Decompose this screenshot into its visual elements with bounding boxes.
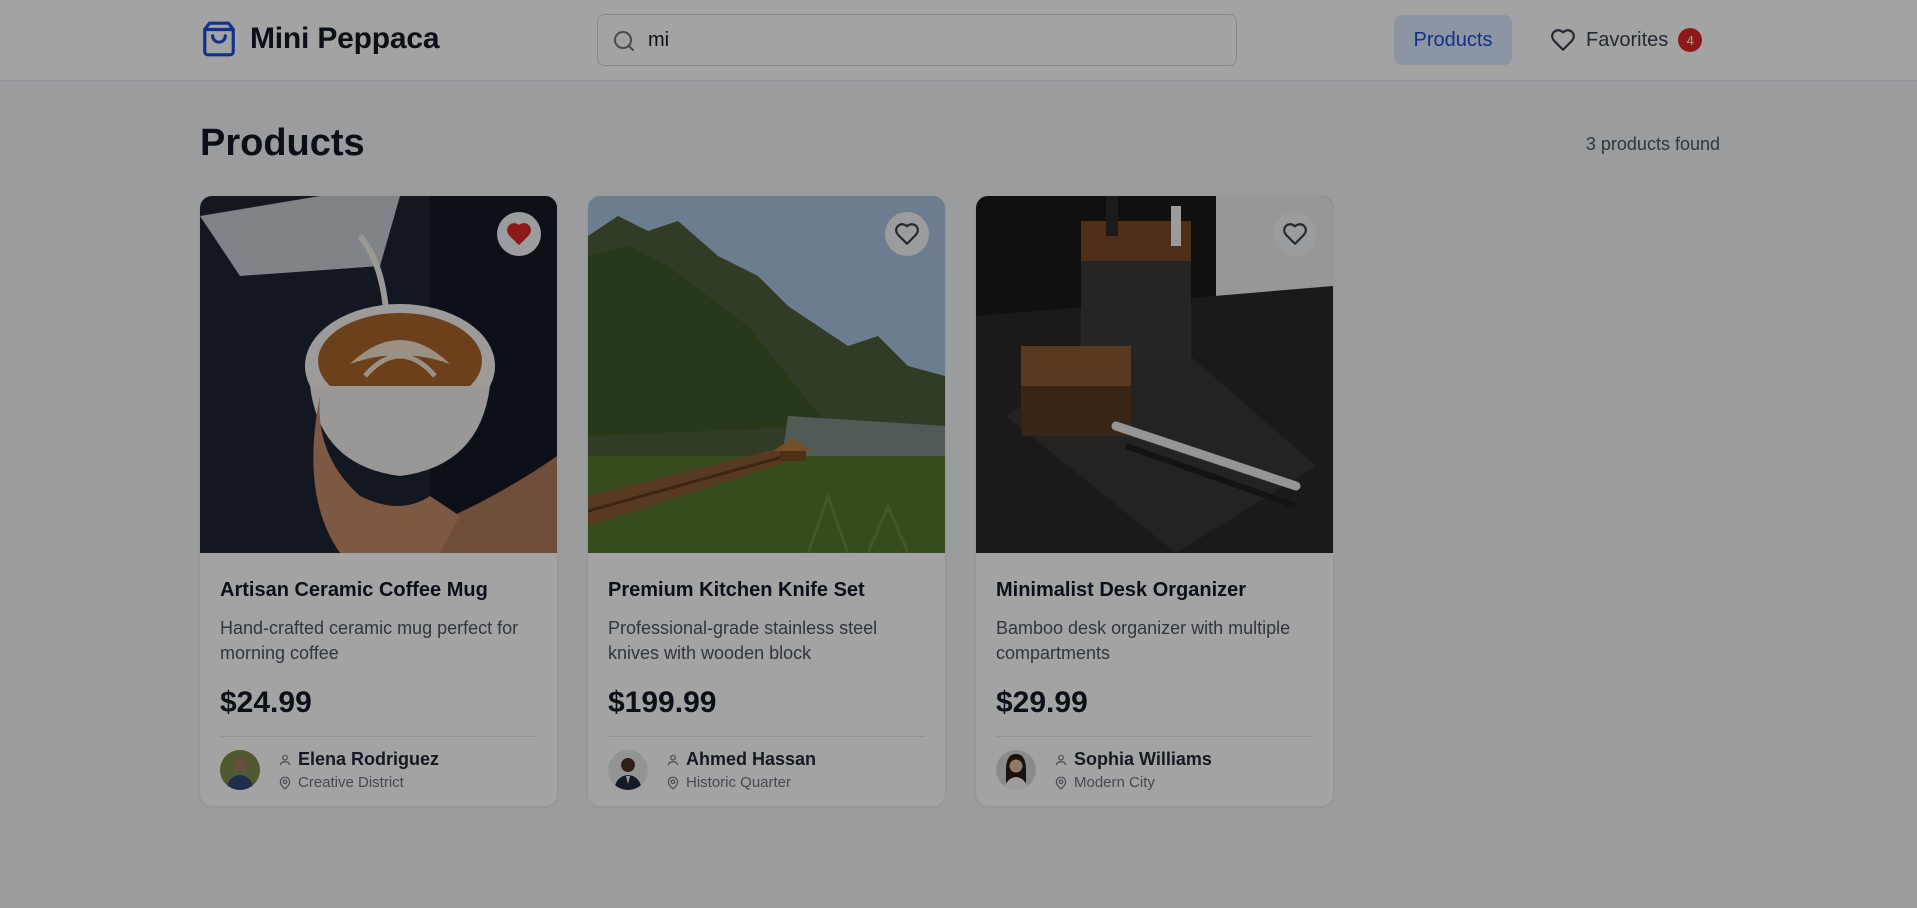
avatar-photo [220,750,260,790]
user-icon [667,754,679,765]
logo[interactable]: Mini Peppaca [200,20,440,58]
user-icon [1055,754,1067,765]
heart-icon [1551,29,1575,51]
seller-location: Historic Quarter [686,774,792,791]
products-count: 3 products found [1585,134,1720,154]
shopping-bag-icon [203,21,235,57]
avatar [608,750,648,790]
seller-name: Elena Rodriguez [298,749,440,769]
avatar [220,750,260,790]
product-description: Hand-crafted ceramic mug perfect for mor… [220,618,519,663]
product-description: Professional-grade stainless steel knive… [608,618,878,663]
heart-icon [895,223,919,245]
product-card[interactable]: Premium Kitchen Knife Set Professional-g… [588,196,945,806]
seller-info: Sophia Williams Modern City [996,749,1313,791]
favorite-toggle-button[interactable] [885,212,929,256]
nav-favorites-label: Favorites [1586,28,1669,51]
product-card[interactable]: Artisan Ceramic Coffee Mug Hand-crafted … [200,196,557,806]
product-title[interactable]: Premium Kitchen Knife Set [608,579,925,602]
divider [996,736,1313,737]
page-title: Products [200,122,365,164]
product-grid: Artisan Ceramic Coffee Mug Hand-crafted … [200,196,1333,806]
seller-name: Ahmed Hassan [686,749,817,769]
seller-info: Ahmed Hassan Historic Quarter [608,749,925,791]
product-image[interactable] [976,196,1333,553]
favorite-toggle-button[interactable] [1273,212,1317,256]
product-image[interactable] [588,196,945,553]
top-header: Mini Peppaca Products Favorites 4 [0,0,1917,81]
logo-text: Mini Peppaca [250,22,440,55]
seller-location: Creative District [298,774,404,791]
favorite-toggle-button[interactable] [497,212,541,256]
search-icon [614,31,634,51]
map-pin-icon [279,776,291,790]
seller-name: Sophia Williams [1074,749,1212,769]
favorites-count-badge: 4 [1678,28,1703,52]
seller-info: Elena Rodriguez Creative District [220,749,537,791]
user-icon [279,754,291,765]
avatar-photo [608,750,648,790]
product-title[interactable]: Artisan Ceramic Coffee Mug [220,579,537,602]
product-description: Bamboo desk organizer with multiple comp… [996,618,1291,663]
seller-location: Modern City [1074,774,1155,791]
map-pin-icon [667,776,679,790]
search-input[interactable] [648,16,1208,64]
heart-icon [1283,223,1307,245]
nav-favorites-button[interactable]: Favorites 4 [1550,15,1703,65]
divider [608,736,925,737]
avatar [996,750,1036,790]
nav-products-button[interactable]: Products [1394,15,1512,65]
avatar-photo [996,750,1036,790]
product-price: $24.99 [220,686,312,719]
map-pin-icon [1055,776,1067,790]
product-title[interactable]: Minimalist Desk Organizer [996,579,1313,602]
product-card[interactable]: Minimalist Desk Organizer Bamboo desk or… [976,196,1333,806]
product-image[interactable] [200,196,557,553]
product-price: $199.99 [608,686,717,719]
heart-filled-icon [507,223,531,245]
search-bar[interactable] [597,14,1237,66]
divider [220,736,537,737]
product-price: $29.99 [996,686,1088,719]
